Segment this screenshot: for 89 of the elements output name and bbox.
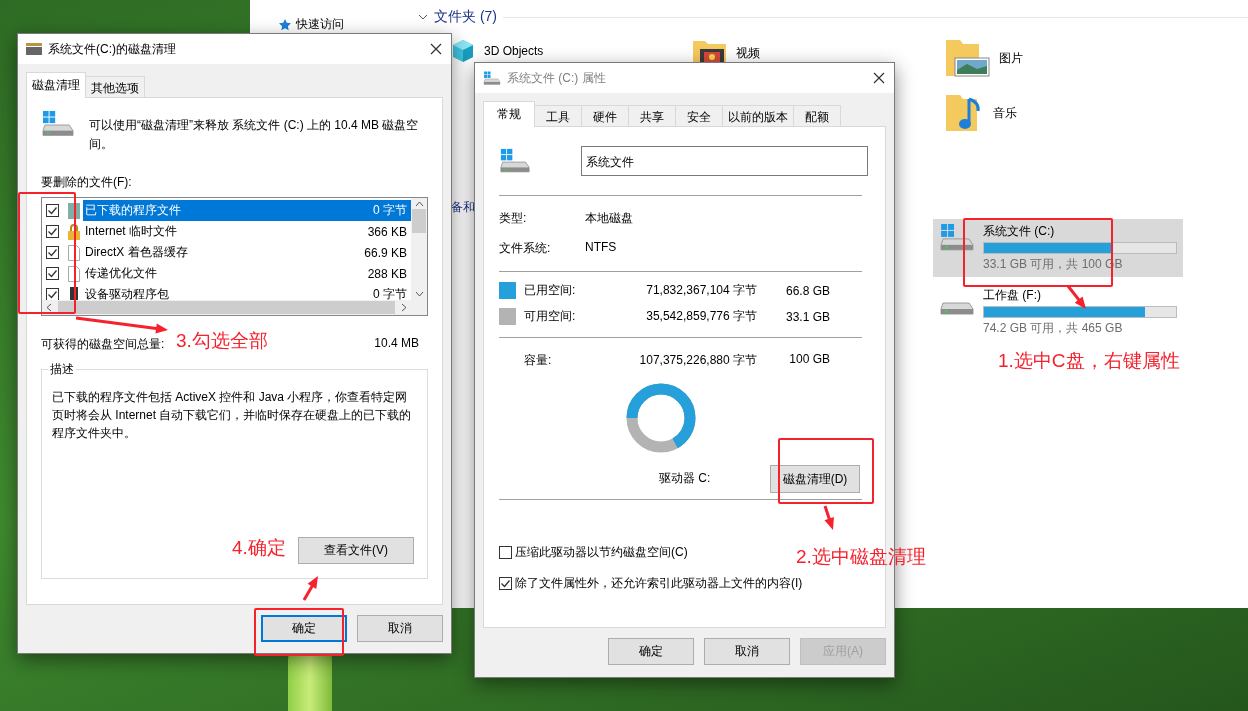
windows-drive-icon <box>41 110 75 138</box>
total-label: 可获得的磁盘空间总量: <box>41 336 165 353</box>
lock-icon <box>68 223 80 240</box>
drive-name-field[interactable]: 系统文件 <box>581 146 868 176</box>
dialog-button[interactable]: 确定 <box>261 615 347 642</box>
space-size: 66.8 GB <box>784 283 830 298</box>
file-list-item[interactable]: 设备驱动程序包 0 字节 <box>83 284 411 300</box>
document-icon <box>68 244 80 261</box>
checkbox-label[interactable]: 压缩此驱动器以节约磁盘空间(C) <box>515 544 688 561</box>
tab[interactable]: 配额 <box>793 105 841 127</box>
drive-name: 工作盘 (F:) <box>983 287 1041 304</box>
annotation-text: 3.勾选全部 <box>176 329 268 353</box>
drive-label: 驱动器 C: <box>659 470 711 487</box>
file-list-item[interactable]: DirectX 着色器缓存 66.9 KB <box>83 242 411 263</box>
file-list-item[interactable]: 传递优化文件 288 KB <box>83 263 411 284</box>
disk-cleanup-button[interactable]: 磁盘清理(D) <box>770 465 860 493</box>
file-list-item[interactable]: Internet 临时文件 366 KB <box>83 221 411 242</box>
picture-folder-icon <box>945 38 991 78</box>
capacity-size: 100 GB <box>788 352 830 368</box>
scroll-down-icon[interactable] <box>414 291 424 297</box>
drive-item[interactable]: 工作盘 (F:) 74.2 GB 可用，共 465 GB <box>933 283 1183 341</box>
checkbox-label[interactable]: 除了文件属性外，还允许索引此驱动器上文件的内容(I) <box>515 575 803 592</box>
windows-drive-icon <box>499 148 531 174</box>
scrollbar-thumb[interactable] <box>412 209 426 233</box>
windows-drive-icon <box>483 70 501 86</box>
annotation-arrow <box>302 576 318 601</box>
space-size: 33.1 GB <box>784 309 830 324</box>
drive-name: 系统文件 (C:) <box>983 223 1055 240</box>
close-icon <box>430 43 442 55</box>
intro-text: 可以使用“磁盘清理”来释放 系统文件 (C:) 上的 10.4 MB 磁盘空间。 <box>89 117 420 153</box>
chevron-icon[interactable] <box>418 13 428 21</box>
capacity-label: 容量: <box>524 352 553 369</box>
checkbox[interactable] <box>46 288 59 300</box>
space-label: 可用空间: <box>524 308 577 325</box>
checkbox[interactable] <box>499 546 512 559</box>
folder-item[interactable]: 音乐 <box>945 89 1195 133</box>
document-icon <box>68 265 80 282</box>
tab[interactable]: 其他选项 <box>85 76 145 98</box>
checkbox[interactable] <box>499 577 512 590</box>
group-label: 描述 <box>48 361 76 378</box>
view-files-button[interactable]: 查看文件(V) <box>298 537 414 564</box>
drive-icon <box>939 301 975 317</box>
horizontal-scrollbar[interactable] <box>42 300 411 315</box>
folder-item[interactable]: 3D Objects <box>450 34 692 64</box>
file-list-item[interactable]: 已下载的程序文件 0 字节 <box>83 200 411 221</box>
checkbox[interactable] <box>46 267 59 280</box>
space-bytes: 71,832,367,104 字节 <box>645 282 757 299</box>
annotation-arrow <box>823 505 834 530</box>
disk-cleanup-icon <box>26 43 42 55</box>
legend-swatch <box>499 308 516 325</box>
cube-icon <box>450 38 476 64</box>
capacity-bytes: 107,375,226,880 字节 <box>638 352 757 369</box>
nav-item[interactable]: 快速访问 <box>296 16 344 33</box>
legend-swatch <box>499 282 516 299</box>
drive-caption: 74.2 GB 可用，共 465 GB <box>983 320 1123 337</box>
annotation-text: 4.确定 <box>232 536 286 560</box>
scrollbar-thumb[interactable] <box>58 301 395 314</box>
dialog-button[interactable]: 取消 <box>704 638 790 665</box>
disk-usage-donut <box>626 383 696 453</box>
tab[interactable]: 常规 <box>483 101 535 127</box>
tab[interactable]: 磁盘清理 <box>26 72 86 98</box>
info-value: NTFS <box>585 240 618 256</box>
annotation-arrow <box>1066 285 1086 309</box>
scroll-right-icon[interactable] <box>401 303 407 312</box>
description-text: 已下载的程序文件包括 ActiveX 控件和 Java 小程序，你查看特定网页时将会从 Internet 自动下载它们，并临时保存在硬盘上的已下载的程序文件夹中。 <box>52 389 413 442</box>
dialog-button[interactable]: 取消 <box>357 615 443 642</box>
scroll-up-icon[interactable] <box>414 201 424 207</box>
space-bytes: 35,542,859,776 字节 <box>645 308 757 325</box>
star-icon <box>278 17 292 32</box>
section-heading[interactable]: 文件夹 (7) <box>434 8 497 26</box>
space-label: 已用空间: <box>524 282 577 299</box>
annotation-text: 1.选中C盘，右键属性 <box>998 349 1180 373</box>
checkbox[interactable] <box>46 246 59 259</box>
annotation-text: 2.选中磁盘清理 <box>796 545 926 569</box>
folder-item[interactable]: 图片 <box>945 34 1195 78</box>
close-icon <box>873 72 885 84</box>
checkbox[interactable] <box>46 225 59 238</box>
windows-drive-icon <box>939 223 975 252</box>
info-label: 类型: <box>499 210 528 227</box>
files-label: 要删除的文件(F): <box>41 174 133 191</box>
vertical-scrollbar[interactable] <box>411 198 427 300</box>
window-title: 系统文件(C:)的磁盘清理 <box>48 40 177 58</box>
window-title: 系统文件 (C:) 属性 <box>507 69 607 87</box>
total-value: 10.4 MB <box>374 336 419 352</box>
scroll-left-icon[interactable] <box>46 303 52 312</box>
info-label: 文件系统: <box>499 240 552 257</box>
checkbox[interactable] <box>46 204 59 217</box>
info-value: 本地磁盘 <box>585 210 634 227</box>
dialog-button[interactable]: 确定 <box>608 638 694 665</box>
